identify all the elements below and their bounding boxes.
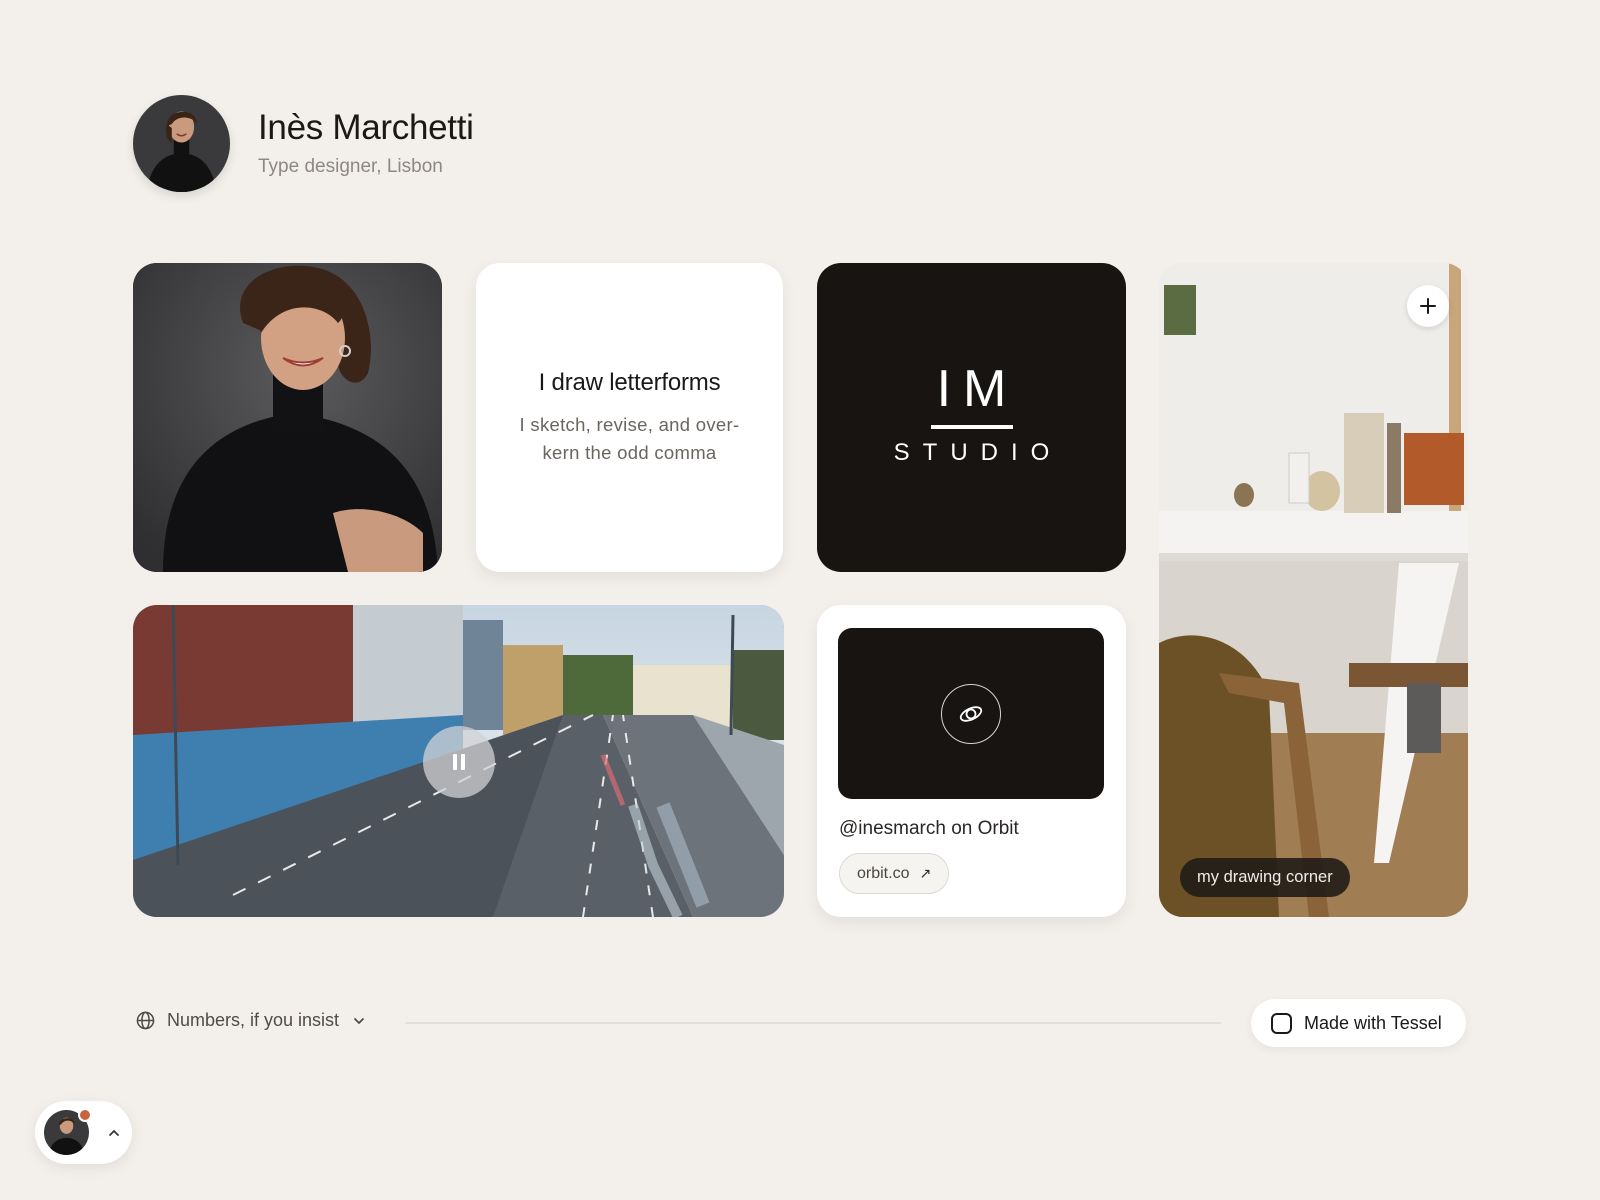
logo-rule (930, 424, 1013, 429)
profile-page: Inès Marchetti Type designer, Lisbon I d… (0, 0, 1600, 1200)
tessel-logo-icon (1271, 1012, 1292, 1034)
drawing-corner-photo (1159, 263, 1468, 917)
photo-caption: my drawing corner (1180, 858, 1350, 897)
language-selector[interactable]: Numbers, if you insist (136, 1010, 366, 1031)
logo-wordmark: STUDIO (893, 438, 1063, 466)
portrait-photo-tile[interactable] (133, 263, 442, 572)
footer-divider (405, 1022, 1221, 1024)
user-menu[interactable] (35, 1101, 132, 1164)
pause-icon (453, 754, 457, 770)
pause-button[interactable] (423, 726, 495, 798)
highway-video-tile[interactable] (133, 605, 784, 917)
portrait-photo (133, 263, 442, 572)
profile-text: Inès Marchetti Type designer, Lisbon (258, 109, 474, 178)
intro-title: I draw letterforms (538, 368, 721, 396)
made-with-badge[interactable]: Made with Tessel (1251, 999, 1466, 1047)
add-button[interactable] (1407, 285, 1449, 327)
intro-text-tile[interactable]: I draw letterforms I sketch, revise, and… (476, 263, 783, 572)
chevron-up-icon (109, 1129, 119, 1136)
arrow-up-right-icon: ↗ (919, 865, 932, 881)
logo-monogram: IM (936, 359, 1019, 418)
language-label: Numbers, if you insist (167, 1010, 340, 1030)
orbit-icon (941, 683, 1001, 744)
globe-icon (136, 1011, 155, 1030)
profile-subtitle: Type designer, Lisbon (258, 155, 443, 177)
plus-icon (1420, 298, 1436, 314)
orbit-link-tile[interactable]: @inesmarch on Orbit orbit.co ↗ (817, 605, 1126, 917)
profile-avatar (133, 95, 230, 192)
orbit-handle: @inesmarch on Orbit (839, 818, 1019, 839)
chevron-down-icon (354, 1017, 364, 1024)
made-with-label: Made with Tessel (1304, 1012, 1442, 1033)
profile-header: Inès Marchetti Type designer, Lisbon (133, 95, 474, 192)
notification-dot (78, 1108, 92, 1122)
orbit-link-label: orbit.co (857, 864, 910, 882)
drawing-corner-tile[interactable]: my drawing corner (1159, 263, 1468, 917)
intro-body: I sketch, revise, and over-kern the odd … (519, 413, 740, 463)
studio-logo-tile[interactable]: IM STUDIO (817, 263, 1126, 572)
orbit-cover (838, 628, 1104, 799)
orbit-link-button[interactable]: orbit.co ↗ (839, 853, 950, 894)
profile-name: Inès Marchetti (258, 108, 474, 148)
